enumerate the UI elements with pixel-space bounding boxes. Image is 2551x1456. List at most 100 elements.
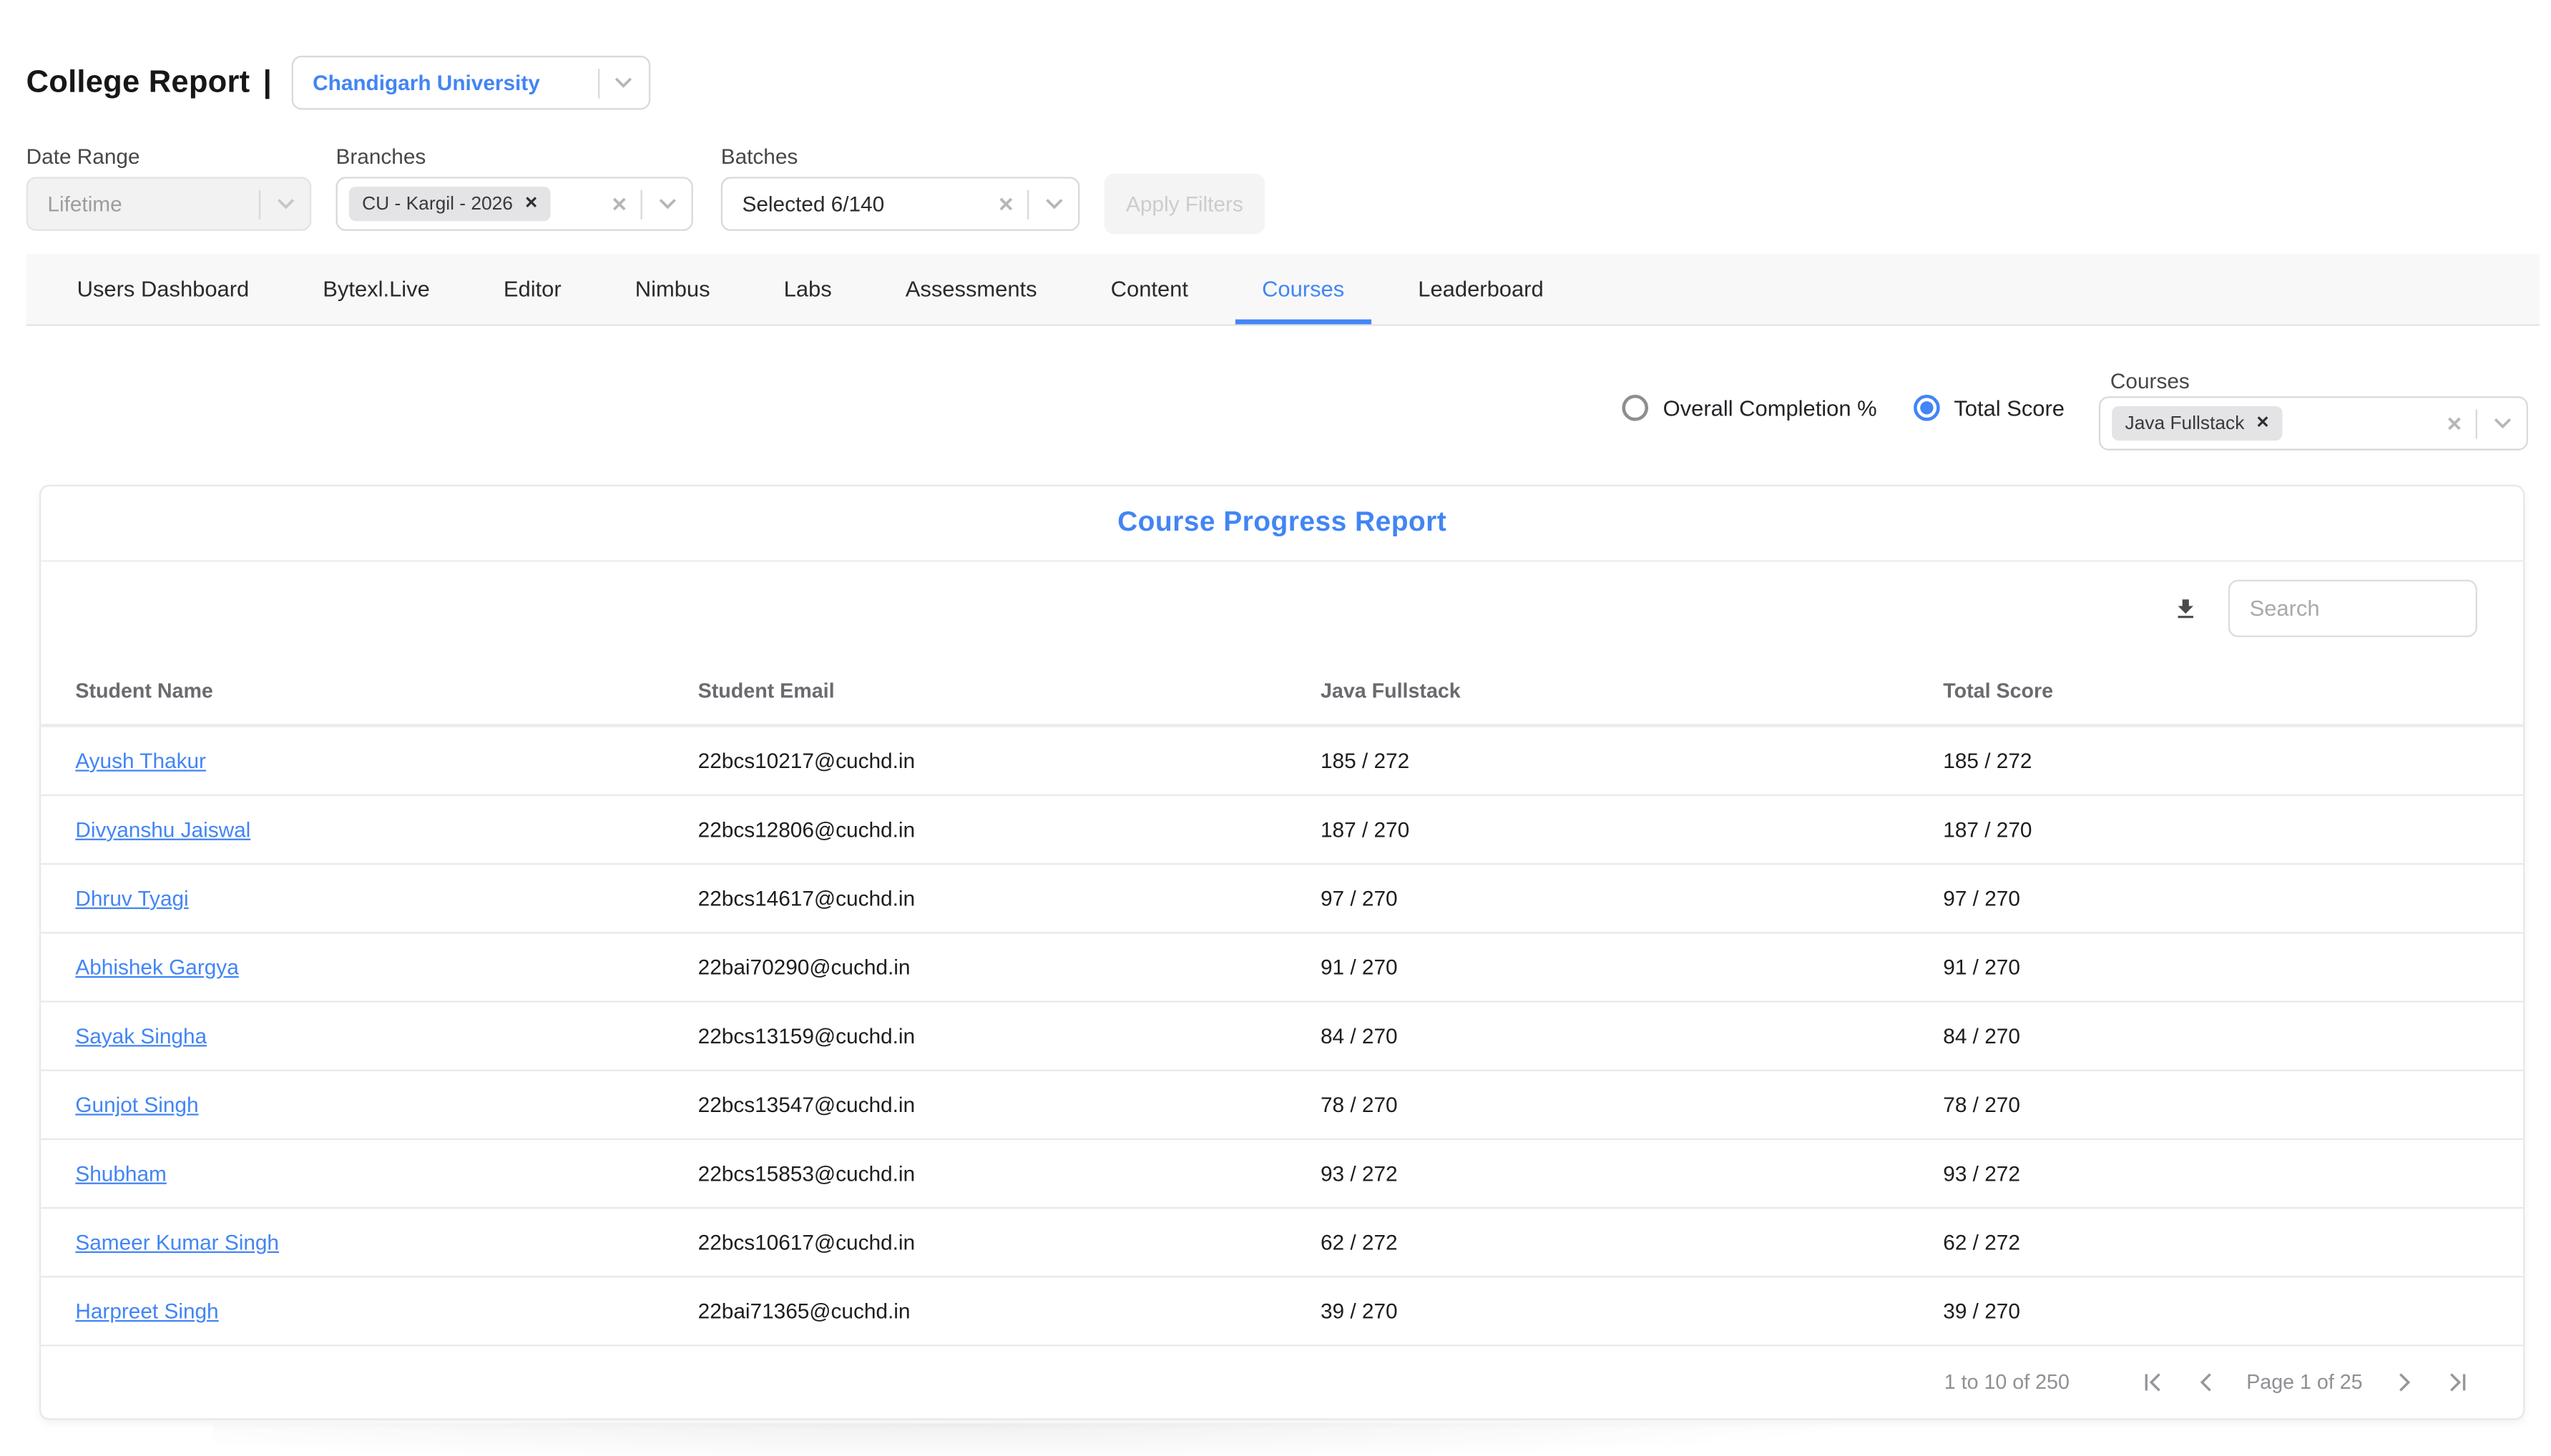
pagination-range: 1 to 10 of 250	[1944, 1372, 2070, 1394]
student-email-cell: 22bcs12806@cuchd.in	[698, 818, 1321, 842]
search-box	[2228, 580, 2477, 637]
tab-label: Bytexl.Live	[323, 277, 430, 301]
java-fullstack-score-cell: 62 / 272	[1321, 1231, 1943, 1255]
batches-select[interactable]: Selected 6/140 ✕	[721, 177, 1080, 231]
student-name-link[interactable]: Sameer Kumar Singh	[75, 1230, 279, 1254]
tab[interactable]: Bytexl.Live	[297, 254, 456, 324]
java-fullstack-score-cell: 39 / 270	[1321, 1299, 1943, 1324]
tab[interactable]: Leaderboard	[1392, 254, 1570, 324]
apply-filters-button[interactable]: Apply Filters	[1105, 174, 1265, 235]
java-fullstack-score-cell: 78 / 270	[1321, 1093, 1943, 1118]
chip-remove-icon[interactable]: ✕	[524, 195, 538, 213]
student-name-link[interactable]: Ayush Thakur	[75, 749, 206, 773]
column-header-student-email: Student Email	[698, 679, 1321, 702]
previous-page-icon[interactable]	[2188, 1364, 2223, 1400]
total-score-cell: 187 / 270	[1943, 818, 2523, 842]
clear-icon[interactable]: ✕	[2433, 412, 2476, 435]
first-page-icon[interactable]	[2135, 1364, 2170, 1400]
student-email-cell: 22bcs14617@cuchd.in	[698, 887, 1321, 911]
student-name-link[interactable]: Gunjot Singh	[75, 1093, 198, 1117]
table-row: Dhruv Tyagi 22bcs14617@cuchd.in 97 / 270…	[41, 865, 2523, 934]
total-score-cell: 39 / 270	[1943, 1299, 2523, 1324]
chevron-down-icon[interactable]	[599, 77, 649, 89]
student-email-cell: 22bcs10617@cuchd.in	[698, 1231, 1321, 1255]
total-score-cell: 62 / 272	[1943, 1231, 2523, 1255]
download-icon[interactable]	[2163, 586, 2208, 631]
chevron-down-icon[interactable]	[1029, 198, 1078, 210]
last-page-icon[interactable]	[2438, 1364, 2474, 1400]
student-email-cell: 22bcs13547@cuchd.in	[698, 1093, 1321, 1118]
total-score-cell: 93 / 272	[1943, 1162, 2523, 1186]
java-fullstack-score-cell: 84 / 270	[1321, 1025, 1943, 1049]
card-title: Course Progress Report	[1117, 506, 1446, 539]
java-fullstack-score-cell: 93 / 272	[1321, 1162, 1943, 1186]
radio-checked-icon[interactable]	[1913, 395, 1939, 421]
card-header: Course Progress Report	[41, 486, 2523, 561]
student-name-link[interactable]: Abhishek Gargya	[75, 955, 238, 979]
total-score-cell: 84 / 270	[1943, 1025, 2523, 1049]
total-score-cell: 78 / 270	[1943, 1093, 2523, 1118]
chip-remove-icon[interactable]: ✕	[2256, 414, 2269, 432]
tab[interactable]: Assessments	[879, 254, 1063, 324]
page-title: College Report	[26, 64, 250, 100]
tab[interactable]: Labs	[758, 254, 858, 324]
student-email-cell: 22bai70290@cuchd.in	[698, 955, 1321, 980]
branch-chip: CU - Kargil - 2026 ✕	[349, 187, 552, 221]
chevron-down-icon[interactable]	[260, 198, 310, 210]
batches-label: Batches	[721, 144, 798, 169]
date-range-value: Lifetime	[28, 192, 259, 216]
table-row: Gunjot Singh 22bcs13547@cuchd.in 78 / 27…	[41, 1072, 2523, 1141]
column-header-java-fullstack: Java Fullstack	[1321, 679, 1943, 702]
tab[interactable]: Editor	[477, 254, 587, 324]
table-row: Harpreet Singh 22bai71365@cuchd.in 39 / …	[41, 1279, 2523, 1347]
tab[interactable]: Content	[1084, 254, 1215, 324]
tab[interactable]: Nimbus	[609, 254, 736, 324]
column-header-student-name: Student Name	[75, 679, 697, 702]
university-select-value: Chandigarh University	[313, 70, 598, 94]
total-score-cell: 185 / 272	[1943, 749, 2523, 774]
total-score-cell: 91 / 270	[1943, 955, 2523, 980]
chevron-down-icon[interactable]	[642, 198, 692, 210]
university-select[interactable]: Chandigarh University	[291, 56, 650, 110]
page-header: College Report | Chandigarh University	[26, 56, 650, 110]
radio-unchecked-icon[interactable]	[1622, 395, 1648, 421]
table-row: Sayak Singha 22bcs13159@cuchd.in 84 / 27…	[41, 1003, 2523, 1072]
radio-overall-completion-label: Overall Completion %	[1663, 395, 1877, 420]
table-row: Shubham 22bcs15853@cuchd.in 93 / 272 93 …	[41, 1141, 2523, 1209]
branches-select[interactable]: CU - Kargil - 2026 ✕ ✕	[336, 177, 693, 231]
courses-label: Courses	[2110, 368, 2190, 393]
pagination-page-label: Page 1 of 25	[2246, 1372, 2362, 1394]
clear-icon[interactable]: ✕	[598, 192, 641, 215]
branches-label: Branches	[336, 144, 426, 169]
table-row: Abhishek Gargya 22bai70290@cuchd.in 91 /…	[41, 935, 2523, 1003]
table-row: Sameer Kumar Singh 22bcs10617@cuchd.in 6…	[41, 1209, 2523, 1278]
student-name-link[interactable]: Divyanshu Jaiswal	[75, 817, 250, 842]
metric-radio-group: Overall Completion % Total Score	[1622, 395, 2065, 421]
tab-label: Labs	[784, 277, 832, 301]
courses-select[interactable]: Java Fullstack ✕ ✕	[2099, 396, 2528, 451]
tab-label: Assessments	[906, 277, 1037, 301]
student-email-cell: 22bcs15853@cuchd.in	[698, 1162, 1321, 1186]
table-row: Ayush Thakur 22bcs10217@cuchd.in 185 / 2…	[41, 728, 2523, 797]
table-header-row: Student Name Student Email Java Fullstac…	[41, 656, 2523, 728]
student-name-link[interactable]: Shubham	[75, 1161, 166, 1186]
java-fullstack-score-cell: 91 / 270	[1321, 955, 1943, 980]
below-fold-shadow	[213, 1423, 1851, 1456]
tab-label: Editor	[504, 277, 562, 301]
table-toolbar	[41, 561, 2523, 656]
student-email-cell: 22bai71365@cuchd.in	[698, 1299, 1321, 1324]
student-name-link[interactable]: Sayak Singha	[75, 1023, 207, 1048]
tab[interactable]: Courses	[1235, 254, 1370, 324]
next-page-icon[interactable]	[2386, 1364, 2422, 1400]
batches-value: Selected 6/140	[723, 192, 984, 216]
student-name-link[interactable]: Harpreet Singh	[75, 1299, 218, 1323]
radio-overall-completion[interactable]: Overall Completion %	[1622, 395, 1876, 421]
radio-total-score[interactable]: Total Score	[1913, 395, 2065, 421]
search-input[interactable]	[2250, 596, 2457, 621]
tab[interactable]: Users Dashboard	[51, 254, 275, 324]
date-range-select[interactable]: Lifetime	[26, 177, 312, 231]
student-name-link[interactable]: Dhruv Tyagi	[75, 886, 188, 910]
radio-total-score-label: Total Score	[1954, 395, 2065, 420]
chevron-down-icon[interactable]	[2477, 418, 2527, 429]
clear-icon[interactable]: ✕	[984, 192, 1027, 215]
